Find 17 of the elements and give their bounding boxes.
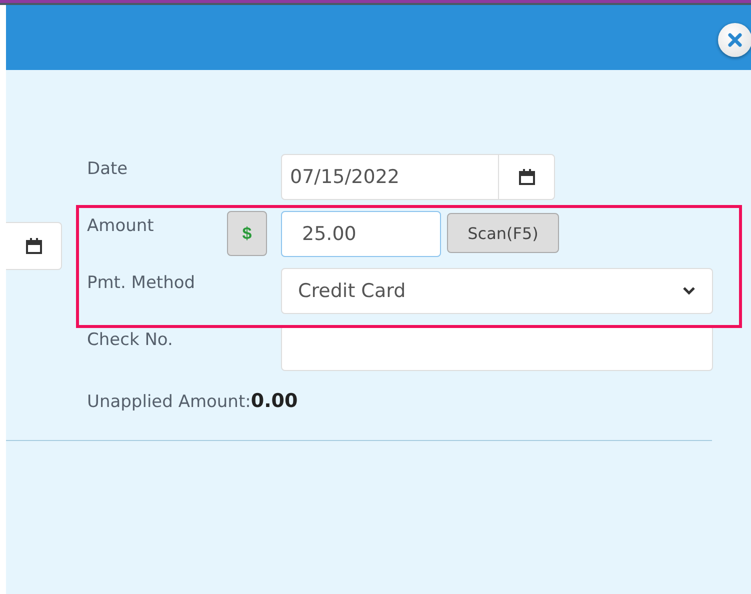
calendar-icon: [24, 237, 42, 255]
field-label: Date: [87, 158, 129, 179]
field-label: Amount: [87, 215, 155, 236]
field-label: Check No.: [87, 329, 174, 350]
payment-method-dropdown[interactable]: Credit Card: [281, 268, 713, 314]
close-icon: [727, 32, 743, 48]
close-button[interactable]: [718, 23, 751, 57]
calendar-icon: [518, 168, 536, 186]
unapplied-amount-value: 0.00: [250, 390, 298, 412]
chevron-down-icon: [682, 286, 696, 296]
calendar-button[interactable]: [6, 222, 62, 270]
unapplied-amount-label: Unapplied Amount:: [87, 392, 251, 412]
scan-button[interactable]: Scan(F5): [447, 213, 559, 253]
field-label: Pmt. Method: [87, 272, 196, 293]
amount-field[interactable]: 25.00: [281, 211, 441, 257]
date-field[interactable]: 07/15/2022: [281, 154, 555, 200]
check-number-field[interactable]: [281, 325, 713, 371]
